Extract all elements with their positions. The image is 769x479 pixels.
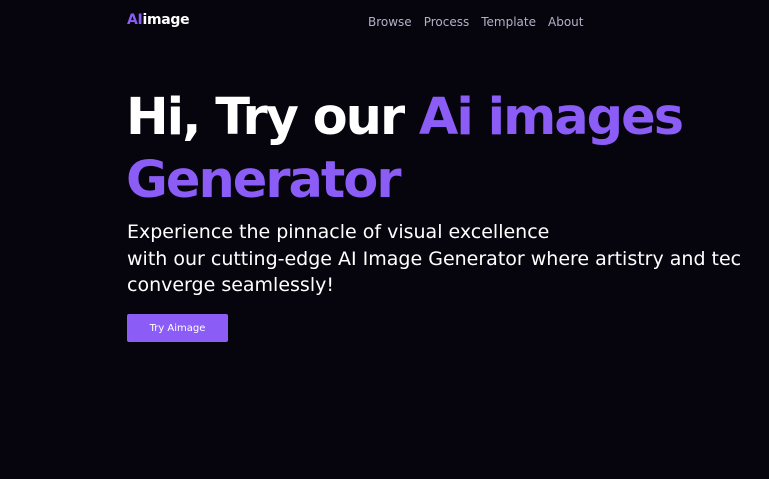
logo-accent-text: AI <box>127 12 143 28</box>
subtext-line: Experience the pinnacle of visual excell… <box>127 221 550 243</box>
subtext-line: with our cutting-edge AI Image Generator… <box>127 247 742 270</box>
hero-subtext: Experience the pinnacle of visual excell… <box>127 219 741 299</box>
logo-text: image <box>142 12 190 28</box>
subtext-line: converge seamlessly! <box>127 274 334 296</box>
try-aimage-button[interactable]: Try Aimage <box>127 314 228 342</box>
nav-item-about[interactable]: About <box>548 15 583 29</box>
headline-white-text: Hi, Try our <box>126 88 419 147</box>
nav-item-browse[interactable]: Browse <box>368 15 412 29</box>
brand-logo[interactable]: AIimage <box>127 12 190 28</box>
headline-accent-text: Ai images <box>418 88 684 147</box>
headline-accent-text-2: Generator <box>126 151 401 210</box>
main-nav: Browse Process Template About <box>368 15 595 29</box>
nav-item-template[interactable]: Template <box>481 15 536 29</box>
nav-item-process[interactable]: Process <box>424 15 470 29</box>
hero-headline: Hi, Try our Ai images Generator <box>126 86 684 212</box>
landing-page: AIimage Browse Process Template About Hi… <box>0 0 769 479</box>
